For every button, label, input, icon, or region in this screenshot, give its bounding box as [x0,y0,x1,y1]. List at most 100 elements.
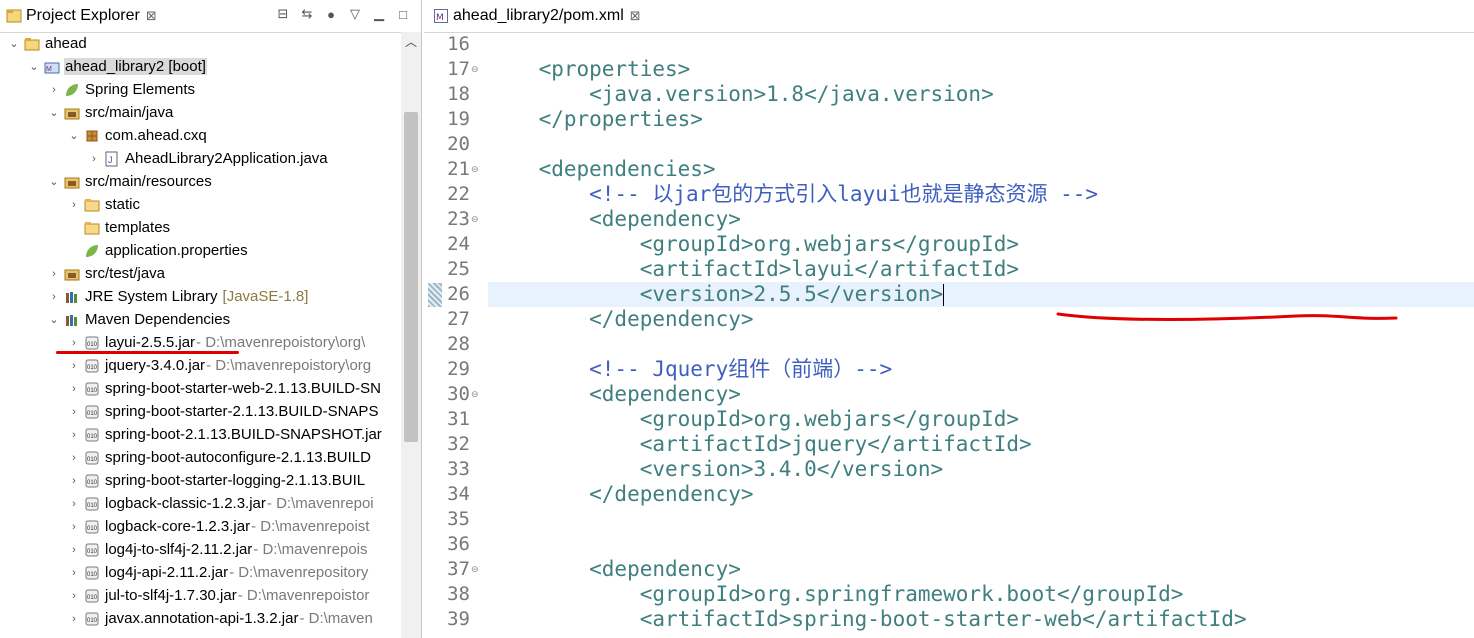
expand-down-icon[interactable]: ⌄ [28,60,40,73]
tree-item[interactable]: templates [0,216,400,239]
code-line[interactable]: <dependency> [488,557,1474,582]
code-line[interactable]: <properties> [488,57,1474,82]
expand-down-icon[interactable]: ⌄ [48,313,60,326]
expand-right-icon[interactable]: › [68,544,80,556]
expand-right-icon[interactable]: › [68,199,80,211]
explorer-scrollbar[interactable]: ︿ [401,32,421,638]
tree-item[interactable]: › src/test/java [0,262,400,285]
tab-project-explorer-label: Project Explorer [26,7,140,24]
code-line[interactable]: <groupId>org.webjars</groupId> [488,232,1474,257]
close-icon[interactable]: ⊠ [630,8,641,24]
maximize-icon[interactable]: □ [395,6,411,22]
jar-icon: 010 [84,496,100,512]
tree-item[interactable]: application.properties [0,239,400,262]
tree-item[interactable]: › 010 spring-boot-2.1.13.BUILD-SNAPSHOT.ja… [0,423,400,446]
tree-item[interactable]: › Spring Elements [0,78,400,101]
scroll-up-icon[interactable]: ︿ [401,32,421,52]
code-line[interactable]: <groupId>org.springframework.boot</group… [488,582,1474,607]
code-line[interactable]: <dependencies> [488,157,1474,182]
tree-item-label: application.properties [105,242,248,259]
tree-item[interactable]: › 010 log4j-api-2.11.2.jar - D:\mavenrepos… [0,561,400,584]
tree-item[interactable]: ⌄ Mahead_library2 [boot] [0,55,400,78]
explorer-toolbar: ⊟ ⇆ ● ▽ ▁ □ [275,6,411,22]
code-line[interactable]: <dependency> [488,207,1474,232]
fold-toggle-icon[interactable]: ⊖ [471,382,481,407]
expand-right-icon[interactable]: › [48,291,60,303]
collapse-all-icon[interactable]: ⊟ [275,6,291,22]
expand-right-icon[interactable]: › [68,452,80,464]
tree-item[interactable]: › JRE System Library [JavaSE-1.8] [0,285,400,308]
code-line[interactable] [488,507,1474,532]
view-menu-icon[interactable]: ▽ [347,6,363,22]
fold-toggle-icon[interactable]: ⊖ [471,207,481,232]
code-line[interactable]: <artifactId>layui</artifactId> [488,257,1474,282]
tree-item[interactable]: › static [0,193,400,216]
expand-right-icon[interactable]: › [68,337,80,349]
code-line[interactable]: <!-- Jquery组件（前端）--> [488,357,1474,382]
expand-down-icon[interactable]: ⌄ [8,37,20,50]
tree-item[interactable]: › 010 spring-boot-autoconfigure-2.1.13.BUI… [0,446,400,469]
tab-pom-xml[interactable]: M ahead_library2/pom.xml ⊠ [430,0,645,32]
minimize-icon[interactable]: ▁ [371,6,387,22]
scrollbar-thumb[interactable] [404,112,418,442]
tree-item[interactable]: › 010 jquery-3.4.0.jar - D:\mavenrepoistor… [0,354,400,377]
code-line[interactable] [488,132,1474,157]
close-icon[interactable]: ⊠ [146,8,157,24]
code-line[interactable] [488,332,1474,357]
expand-right-icon[interactable]: › [68,567,80,579]
tree-item[interactable]: › 010 spring-boot-starter-2.1.13.BUILD-SNA… [0,400,400,423]
tree-item[interactable]: ⌄ ahead [0,32,400,55]
code-line[interactable]: <artifactId>spring-boot-starter-web</art… [488,607,1474,632]
tree-item-label: jquery-3.4.0.jar [105,357,206,374]
link-with-editor-icon[interactable]: ⇆ [299,6,315,22]
fold-toggle-icon[interactable]: ⊖ [471,57,481,82]
expand-down-icon[interactable]: ⌄ [48,175,60,188]
code-area[interactable]: <properties> <java.version>1.8</java.ver… [488,32,1474,638]
tree-item[interactable]: › 010 log4j-to-slf4j-2.11.2.jar - D:\maven… [0,538,400,561]
expand-right-icon[interactable]: › [68,475,80,487]
tree-item-path: - D:\mavenrepoist [251,518,370,535]
code-line[interactable]: </properties> [488,107,1474,132]
code-line[interactable]: <dependency> [488,382,1474,407]
expand-right-icon[interactable]: › [68,590,80,602]
code-line[interactable]: <groupId>org.webjars</groupId> [488,407,1474,432]
expand-right-icon[interactable]: › [68,406,80,418]
expand-right-icon[interactable]: › [68,360,80,372]
code-line[interactable]: <artifactId>jquery</artifactId> [488,432,1474,457]
jar-icon: 010 [84,473,100,489]
code-line[interactable]: <version>2.5.5</version> [488,282,1474,307]
code-line[interactable]: <version>3.4.0</version> [488,457,1474,482]
tree-item[interactable]: › 010 spring-boot-starter-web-2.1.13.BUILD… [0,377,400,400]
fold-toggle-icon[interactable]: ⊖ [471,557,481,582]
expand-right-icon[interactable]: › [68,498,80,510]
code-line[interactable]: </dependency> [488,482,1474,507]
tree-item[interactable]: › 010 logback-core-1.2.3.jar - D:\mavenrep… [0,515,400,538]
code-line[interactable] [488,32,1474,57]
fold-toggle-icon[interactable]: ⊖ [471,157,481,182]
tree-item[interactable]: ⌄ com.ahead.cxq [0,124,400,147]
expand-right-icon[interactable]: › [68,521,80,533]
expand-right-icon[interactable]: › [68,429,80,441]
tree-item[interactable]: ⌄ Maven Dependencies [0,308,400,331]
tree-item[interactable]: › 010 logback-classic-1.2.3.jar - D:\maven… [0,492,400,515]
tree-item[interactable]: ⌄ src/main/java [0,101,400,124]
tree-item[interactable]: ⌄ src/main/resources [0,170,400,193]
expand-right-icon[interactable]: › [48,84,60,96]
code-line[interactable]: <java.version>1.8</java.version> [488,82,1474,107]
expand-down-icon[interactable]: ⌄ [48,106,60,119]
code-line[interactable] [488,532,1474,557]
expand-down-icon[interactable]: ⌄ [68,129,80,142]
tab-project-explorer[interactable]: Project Explorer ⊠ [0,0,163,32]
line-number: 33 [447,458,470,480]
tree-item[interactable]: › 010 jul-to-slf4j-1.7.30.jar - D:\mavenre… [0,584,400,607]
expand-right-icon[interactable]: › [68,613,80,625]
code-line[interactable]: <!-- 以jar包的方式引入layui也就是静态资源 --> [488,182,1474,207]
expand-right-icon[interactable]: › [48,268,60,280]
tree-item-label: static [105,196,141,213]
expand-right-icon[interactable]: › [68,383,80,395]
tree-item[interactable]: › 010 spring-boot-starter-logging-2.1.13.B… [0,469,400,492]
focus-icon[interactable]: ● [323,6,339,22]
tree-item[interactable]: › 010 javax.annotation-api-1.3.2.jar - D:\… [0,607,400,630]
tree-item[interactable]: › J AheadLibrary2Application.java [0,147,400,170]
expand-right-icon[interactable]: › [88,153,100,165]
